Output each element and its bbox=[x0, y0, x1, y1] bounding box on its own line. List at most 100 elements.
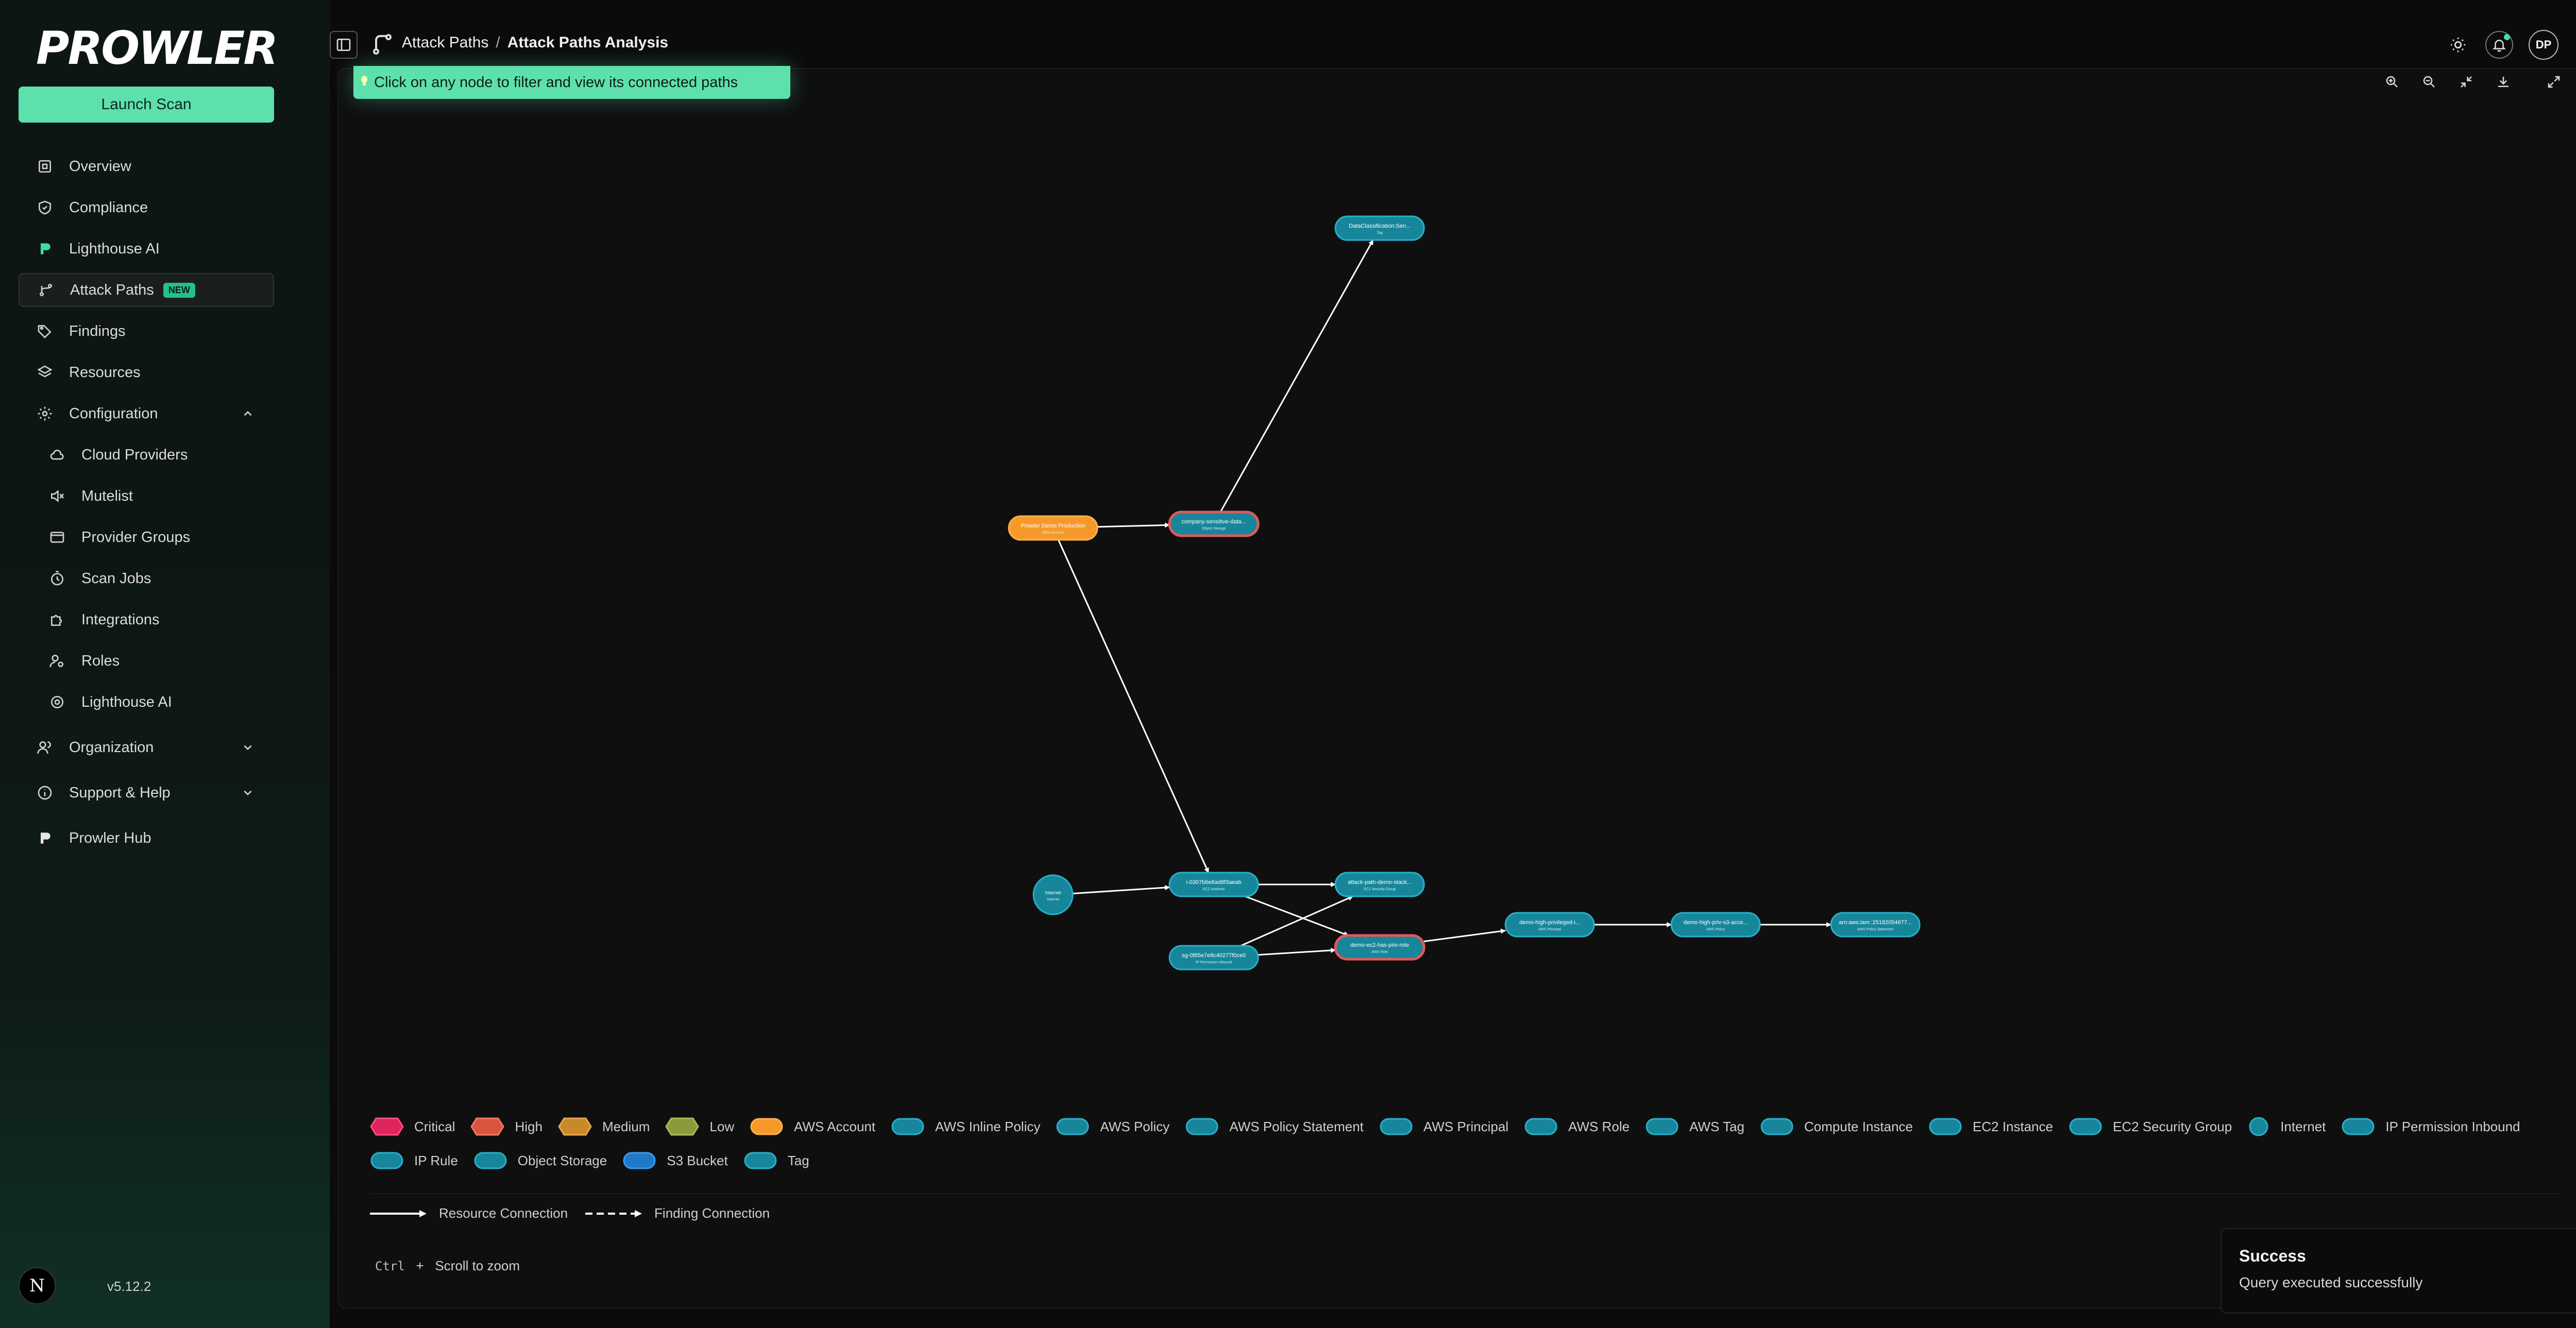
legend-swatch bbox=[2069, 1118, 2102, 1135]
graph-node[interactable]: company-sensitive-data... Object Storage bbox=[1168, 510, 1260, 537]
legend-label: AWS Inline Policy bbox=[935, 1118, 1041, 1134]
legend-label: AWS Policy bbox=[1100, 1118, 1170, 1134]
legend-swatch bbox=[370, 1152, 403, 1169]
legend-item: S3 Bucket bbox=[622, 1149, 728, 1172]
legend-item: AWS Role bbox=[1524, 1115, 1630, 1138]
solid-arrow-icon bbox=[370, 1210, 427, 1217]
graph-node-label: demo-high-priv-s3-acce... bbox=[1684, 920, 1748, 926]
legend-item: Critical bbox=[370, 1115, 455, 1138]
connection-legend: Resource Connection Finding Connection bbox=[370, 1205, 770, 1221]
legend-label: Low bbox=[709, 1118, 735, 1134]
graph-node-label: Internet bbox=[1045, 890, 1061, 895]
legend-swatch bbox=[2342, 1118, 2375, 1135]
graph-node-type: Internet bbox=[1047, 898, 1059, 901]
legend-item: AWS Policy Statement bbox=[1185, 1115, 1364, 1138]
legend-swatch bbox=[474, 1152, 507, 1169]
legend-item: EC2 Security Group bbox=[2069, 1115, 2232, 1138]
zoom-hint-text: Scroll to zoom bbox=[435, 1258, 520, 1273]
graph-node-label: arn:aws:iam::25182054677... bbox=[1839, 920, 1912, 926]
legend-label: Compute Instance bbox=[1804, 1118, 1913, 1134]
graph-node[interactable]: Internet Internet bbox=[1032, 874, 1074, 915]
legend-swatch bbox=[470, 1117, 505, 1136]
legend-label: AWS Principal bbox=[1423, 1118, 1509, 1134]
legend-label: Object Storage bbox=[517, 1152, 607, 1168]
legend-item: Object Storage bbox=[473, 1149, 607, 1172]
legend-swatch bbox=[370, 1117, 404, 1136]
legend-swatch bbox=[750, 1118, 783, 1135]
graph-node-label: sg-0f85e7e8c40277f0ce0 bbox=[1182, 952, 1246, 959]
graph-node-type: AWS Account bbox=[1042, 531, 1064, 535]
legend-label: High bbox=[515, 1118, 543, 1134]
legend-item: IP Permission Inbound bbox=[2341, 1115, 2520, 1138]
legend-item: Internet bbox=[2247, 1115, 2326, 1138]
legend-label: EC2 Security Group bbox=[2112, 1118, 2232, 1134]
graph-edge bbox=[1097, 522, 1170, 528]
legend-item: AWS Account bbox=[750, 1115, 875, 1138]
graph-node[interactable]: arn:aws:iam::25182054677...AWS Policy St… bbox=[1830, 912, 1921, 938]
legend-label: IP Permission Inbound bbox=[2385, 1118, 2520, 1134]
graph-node[interactable]: attack-path-demo-stack... EC2 Security Gr… bbox=[1334, 872, 1425, 897]
legend-swatch bbox=[2249, 1117, 2268, 1136]
graph-node[interactable]: DataClassification:Sen... Tag bbox=[1334, 215, 1425, 241]
legend-swatch bbox=[1524, 1118, 1557, 1135]
graph-edge bbox=[1072, 885, 1170, 895]
graph-edge bbox=[1058, 539, 1209, 873]
resource-connection-label: Resource Connection bbox=[439, 1205, 568, 1221]
legend-item: AWS Policy bbox=[1056, 1115, 1170, 1138]
graph-node-label: DataClassification:Sen... bbox=[1349, 223, 1411, 229]
legend-divider bbox=[370, 1193, 2560, 1194]
graph-node-label: attack-path-demo-stack... bbox=[1348, 879, 1412, 886]
graph-node-type: Object Storage bbox=[1202, 527, 1226, 531]
graph-node-type: Tag bbox=[1377, 231, 1382, 235]
legend-label: Critical bbox=[414, 1118, 455, 1134]
legend-swatch bbox=[558, 1117, 592, 1136]
graph-node-label: Prowler Demo Production bbox=[1021, 523, 1085, 529]
legend-item: Low bbox=[665, 1115, 734, 1138]
graph-node[interactable]: demo-high-privileged-i... AWS Principal bbox=[1504, 912, 1595, 938]
graph-node-type: AWS Policy bbox=[1706, 928, 1725, 931]
toast-title: Success bbox=[2239, 1247, 2306, 1265]
dashed-arrow-icon bbox=[585, 1210, 642, 1217]
success-toast[interactable]: Success Query executed successfully bbox=[2221, 1228, 2576, 1314]
graph-node-label: demo-ec2-has-priv-role bbox=[1350, 942, 1409, 948]
legend-label: AWS Account bbox=[794, 1118, 876, 1134]
graph-legend: Critical High Medium Low AWS Account AWS Inli… bbox=[370, 1115, 2565, 1172]
legend-label: AWS Policy Statement bbox=[1229, 1118, 1364, 1134]
legend-item: High bbox=[470, 1115, 543, 1138]
legend-swatch bbox=[1646, 1118, 1679, 1135]
legend-label: Medium bbox=[602, 1118, 650, 1134]
legend-swatch bbox=[891, 1118, 924, 1135]
graph-node[interactable]: demo-ec2-has-priv-role AWS Role bbox=[1334, 934, 1426, 961]
legend-item: AWS Principal bbox=[1379, 1115, 1509, 1138]
legend-label: Internet bbox=[2280, 1118, 2326, 1134]
zoom-hint: Ctrl + Scroll to zoom bbox=[375, 1258, 520, 1274]
graph-node-label: company-sensitive-data... bbox=[1181, 519, 1246, 525]
graph-node[interactable]: i-0307b6e6ad8f3aeab EC2 Instance bbox=[1168, 872, 1259, 897]
finding-connection-label: Finding Connection bbox=[654, 1205, 770, 1221]
legend-item: AWS Inline Policy bbox=[891, 1115, 1040, 1138]
toast-message: Query executed successfully bbox=[2239, 1274, 2423, 1290]
graph-edge bbox=[1240, 895, 1353, 947]
legend-label: S3 Bucket bbox=[667, 1152, 728, 1168]
plus-sign: + bbox=[416, 1258, 424, 1273]
graph-node-type: AWS Policy Statement bbox=[1857, 928, 1893, 931]
graph-node-label: demo-high-privileged-i... bbox=[1519, 920, 1580, 926]
graph-node[interactable]: demo-high-priv-s3-acce... AWS Policy bbox=[1670, 912, 1761, 938]
graph-node-type: EC2 Instance bbox=[1203, 888, 1225, 891]
legend-item: Medium bbox=[558, 1115, 650, 1138]
graph-node[interactable]: sg-0f85e7e8c40277f0ce0 IP Permission Inbo… bbox=[1168, 945, 1259, 971]
legend-swatch bbox=[665, 1117, 700, 1136]
graph-edge bbox=[1245, 895, 1349, 937]
legend-swatch bbox=[623, 1152, 656, 1169]
legend-label: IP Rule bbox=[414, 1152, 458, 1168]
legend-swatch bbox=[1185, 1118, 1218, 1135]
legend-label: AWS Role bbox=[1568, 1118, 1630, 1134]
legend-item: AWS Tag bbox=[1645, 1115, 1744, 1138]
ctrl-key: Ctrl bbox=[375, 1259, 405, 1273]
legend-item: Compute Instance bbox=[1760, 1115, 1913, 1138]
legend-item: IP Rule bbox=[370, 1149, 458, 1172]
graph-node[interactable]: Prowler Demo Production AWS Account bbox=[1008, 515, 1098, 541]
legend-swatch bbox=[744, 1152, 777, 1169]
legend-item: EC2 Instance bbox=[1928, 1115, 2053, 1138]
legend-swatch bbox=[1380, 1118, 1413, 1135]
